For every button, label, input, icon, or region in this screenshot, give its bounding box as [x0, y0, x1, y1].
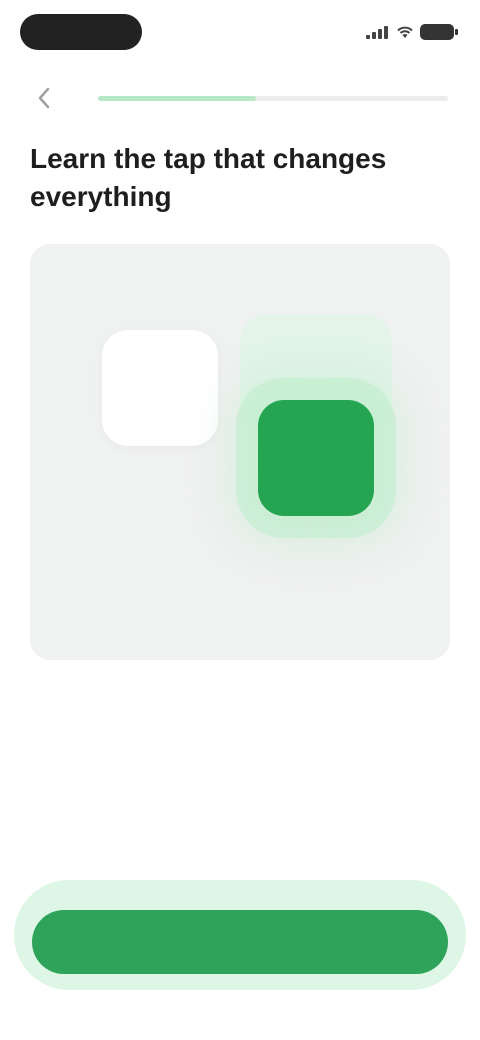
app-tile-highlighted [258, 400, 374, 516]
status-bar [0, 0, 480, 64]
continue-button[interactable] [32, 910, 448, 974]
wifi-icon [397, 26, 413, 38]
status-icons [366, 22, 458, 42]
progress-bar [98, 96, 448, 101]
illustration-card [30, 244, 450, 660]
battery-icon [420, 24, 458, 40]
onboarding-screen: Learn the tap that changes everything [0, 0, 480, 1040]
back-button[interactable] [30, 84, 58, 112]
page-title: Learn the tap that changes everything [30, 143, 387, 212]
progress-fill [98, 96, 256, 101]
status-time-pill [20, 14, 142, 50]
app-tile-plain [102, 330, 218, 446]
chevron-left-icon [38, 87, 50, 109]
signal-icon [366, 25, 390, 39]
